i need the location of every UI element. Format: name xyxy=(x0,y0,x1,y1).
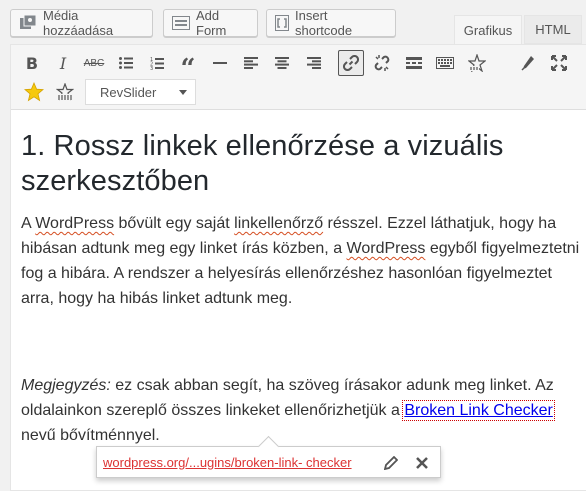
add-media-label: Média hozzáadása xyxy=(43,8,114,38)
content-heading: 1. Rossz linkek ellenőrzése a vizuális s… xyxy=(21,130,504,197)
fullscreen-icon[interactable] xyxy=(546,50,572,76)
horizontal-rule-icon[interactable] xyxy=(207,50,233,76)
link-popover: wordpress.org/...ugins/broken-link- chec… xyxy=(96,446,441,478)
toolbar-toggle-icon[interactable] xyxy=(432,50,458,76)
link-icon[interactable] xyxy=(338,50,364,76)
read-more-icon[interactable] xyxy=(401,50,427,76)
editor-top-bar: Média hozzáadása Add Form Insert shortco… xyxy=(0,0,586,45)
editor-area: B I ABC 123 “ RevSlider 1. Rossz linkek … xyxy=(10,44,586,491)
align-center-icon[interactable] xyxy=(269,50,295,76)
close-icon[interactable] xyxy=(413,454,431,472)
align-left-icon[interactable] xyxy=(238,50,264,76)
tab-visual[interactable]: Grafikus xyxy=(454,15,522,45)
chevron-down-icon xyxy=(179,90,187,95)
media-icon xyxy=(20,15,37,29)
pencil-icon[interactable] xyxy=(382,454,400,472)
tab-html[interactable]: HTML xyxy=(524,15,582,44)
editor-content[interactable]: 1. Rossz linkek ellenőrzése a vizuális s… xyxy=(21,129,581,448)
add-form-button[interactable]: Add Form xyxy=(163,8,258,38)
star-icon[interactable] xyxy=(21,79,47,105)
bold-icon[interactable]: B xyxy=(19,50,45,76)
unlink-icon[interactable] xyxy=(369,50,395,76)
blockquote-icon[interactable]: “ xyxy=(175,50,201,82)
insert-shortcode-button[interactable]: Insert shortcode xyxy=(266,8,396,38)
shortcode-star-icon[interactable] xyxy=(464,50,490,76)
form-icon xyxy=(172,16,190,30)
broken-link-checker-link[interactable]: Broken Link Checker xyxy=(402,400,555,421)
popover-url-link[interactable]: wordpress.org/...ugins/broken-link- chec… xyxy=(103,455,352,470)
content-paragraph-2: Megjegyzés: ez csak abban segít, ha szöv… xyxy=(21,377,555,444)
shortcode-icon[interactable] xyxy=(52,79,78,105)
add-form-label: Add Form xyxy=(196,8,227,38)
spellcheck-word[interactable]: WordPress xyxy=(35,215,114,232)
bullet-list-icon[interactable] xyxy=(113,50,139,76)
shortcode-bracket-icon xyxy=(275,15,289,31)
add-media-button[interactable]: Média hozzáadása xyxy=(10,8,153,38)
strikethrough-icon[interactable]: ABC xyxy=(81,50,107,76)
align-right-icon[interactable] xyxy=(301,50,327,76)
revslider-select[interactable]: RevSlider xyxy=(85,79,196,105)
content-paragraph-1: A WordPress bővült egy saját linkellenőr… xyxy=(21,215,580,307)
numbered-list-icon[interactable]: 123 xyxy=(144,50,170,76)
formatting-toolbar: B I ABC 123 “ RevSlider xyxy=(11,45,586,110)
spellcheck-word[interactable]: linkellenőrző xyxy=(234,215,323,232)
pen-icon[interactable] xyxy=(515,50,541,76)
revslider-label: RevSlider xyxy=(100,84,157,100)
italic-icon[interactable]: I xyxy=(50,50,76,76)
svg-text:3: 3 xyxy=(150,66,153,70)
insert-shortcode-label: Insert shortcode xyxy=(295,8,353,38)
note-label: Megjegyzés: xyxy=(21,377,111,394)
spellcheck-word[interactable]: WordPress xyxy=(347,240,426,257)
